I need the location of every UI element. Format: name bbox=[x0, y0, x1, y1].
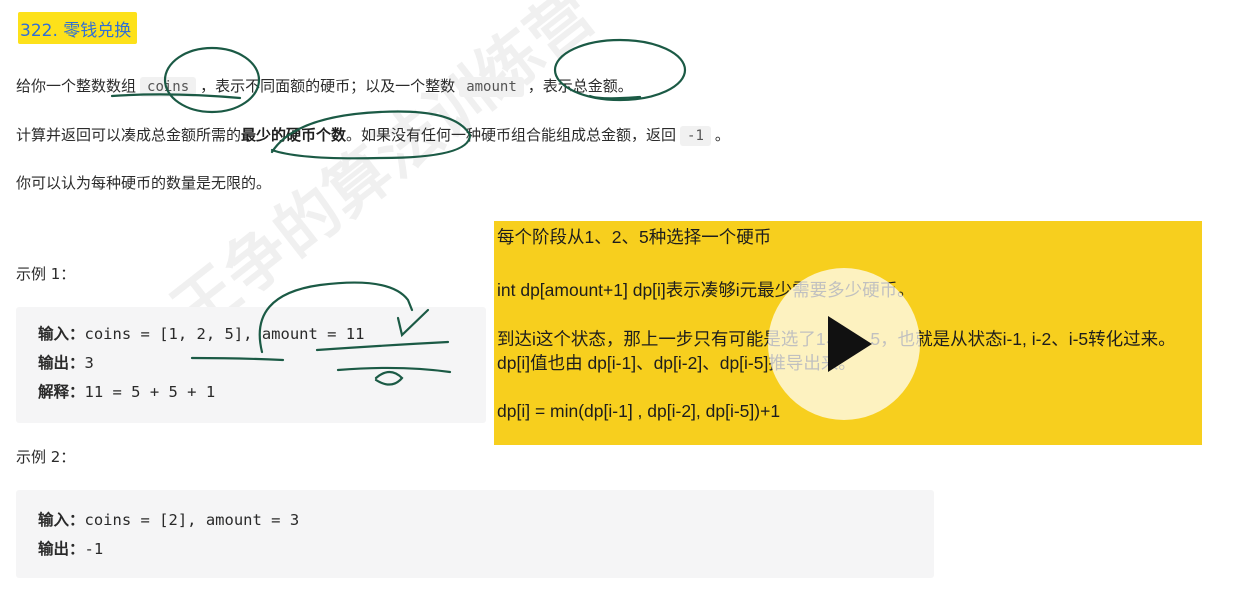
example-2-label: 示例 2： bbox=[16, 448, 76, 466]
ex2-output: -1 bbox=[84, 540, 104, 558]
desc1-post: ，表示总金额。 bbox=[527, 77, 633, 95]
ex2-output-label: 输出： bbox=[38, 540, 85, 558]
desc2-pre: 计算并返回可以凑成总金额所需的 bbox=[16, 126, 242, 144]
desc1-mid: ，表示不同面额的硬币；以及一个整数 bbox=[200, 77, 456, 95]
desc2-bold: 最少的硬币个数 bbox=[241, 126, 347, 144]
ex1-input: coins = [1, 2, 5], amount = 11 bbox=[84, 325, 365, 343]
code-amount: amount bbox=[459, 77, 524, 97]
ex2-input-label: 输入： bbox=[38, 511, 85, 529]
example-1-block: 输入：coins = [1, 2, 5], amount = 11 输出：3 解… bbox=[16, 307, 486, 423]
example-1-label: 示例 1： bbox=[16, 265, 76, 283]
ex1-explain-label: 解释： bbox=[38, 383, 85, 401]
description-line-2: 计算并返回可以凑成总金额所需的最少的硬币个数。如果没有任何一种硬币组合能组成总金… bbox=[16, 124, 730, 146]
description-line-1: 给你一个整数数组 coins ，表示不同面额的硬币；以及一个整数 amount ，表示总… bbox=[16, 75, 633, 97]
code-minus-one: -1 bbox=[680, 126, 711, 146]
desc2-mid: 。如果没有任何一种硬币组合能组成总金额，返回 bbox=[346, 126, 677, 144]
play-icon bbox=[828, 316, 872, 372]
desc2-post: 。 bbox=[714, 126, 730, 144]
ex2-input: coins = [2], amount = 3 bbox=[84, 511, 300, 529]
code-coins: coins bbox=[140, 77, 197, 97]
ex1-output: 3 bbox=[84, 354, 94, 372]
example-2-block: 输入：coins = [2], amount = 3 输出：-1 bbox=[16, 490, 934, 578]
desc1-pre: 给你一个整数数组 bbox=[16, 77, 137, 95]
problem-title: 322. 零钱兑换 bbox=[18, 12, 138, 44]
ex1-input-label: 输入： bbox=[38, 325, 85, 343]
description-line-3: 你可以认为每种硬币的数量是无限的。 bbox=[16, 174, 272, 192]
play-button[interactable] bbox=[768, 268, 920, 420]
ex1-output-label: 输出： bbox=[38, 354, 85, 372]
ex1-explain: 11 = 5 + 5 + 1 bbox=[84, 383, 216, 401]
note-line-1: 每个阶段从1、2、5种选择一个硬币 bbox=[497, 227, 772, 247]
